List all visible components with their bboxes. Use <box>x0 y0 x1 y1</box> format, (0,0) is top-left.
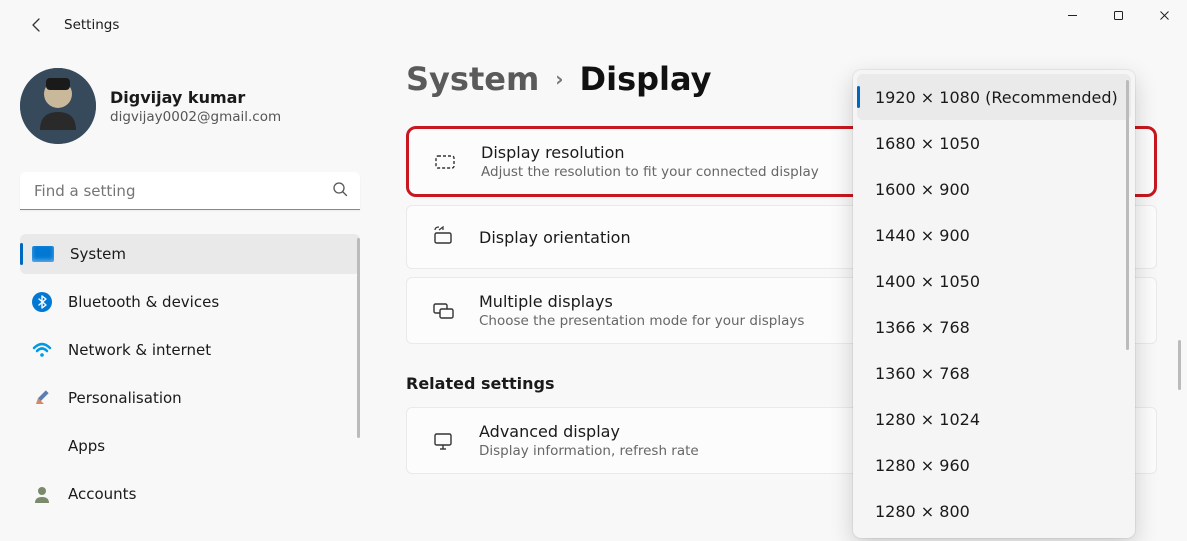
sidebar-item-label: Network & internet <box>68 341 211 359</box>
sidebar-item-label: Apps <box>68 437 105 455</box>
search-wrapper <box>20 172 360 210</box>
user-name: Digvijay kumar <box>110 88 281 107</box>
resolution-option[interactable]: 1280 × 800 <box>857 488 1131 534</box>
chevron-right-icon: › <box>555 67 563 91</box>
dropdown-scrollbar[interactable] <box>1126 80 1129 350</box>
sidebar-item-label: Accounts <box>68 485 136 503</box>
setting-title: Display resolution <box>481 143 819 162</box>
multiple-displays-icon <box>431 299 455 323</box>
user-profile[interactable]: Digvijay kumar digvijay0002@gmail.com <box>20 68 360 144</box>
back-button[interactable] <box>14 2 60 48</box>
resolution-option[interactable]: 1600 × 900 <box>857 166 1131 212</box>
resolution-option[interactable]: 1400 × 1050 <box>857 258 1131 304</box>
sidebar-nav: System Bluetooth & devices Network & int… <box>20 234 360 515</box>
setting-title: Multiple displays <box>479 292 804 311</box>
system-icon <box>32 246 54 262</box>
setting-title: Advanced display <box>479 422 699 441</box>
sidebar-item-system[interactable]: System <box>20 234 360 274</box>
search-icon <box>332 181 348 201</box>
sidebar-item-apps[interactable]: Apps <box>20 426 360 466</box>
sidebar-item-accounts[interactable]: Accounts <box>20 474 360 514</box>
paintbrush-icon <box>32 388 52 408</box>
apps-icon <box>32 436 52 456</box>
person-icon <box>32 484 52 504</box>
setting-subtitle: Choose the presentation mode for your di… <box>479 313 804 329</box>
sidebar-item-label: Bluetooth & devices <box>68 293 219 311</box>
title-bar: Settings <box>0 0 1187 50</box>
profile-info: Digvijay kumar digvijay0002@gmail.com <box>110 88 281 125</box>
resolution-dropdown[interactable]: 1920 × 1080 (Recommended) 1680 × 1050 16… <box>853 70 1135 538</box>
sidebar-item-personalisation[interactable]: Personalisation <box>20 378 360 418</box>
resolution-option[interactable]: 1680 × 1050 <box>857 120 1131 166</box>
sidebar-item-label: System <box>70 245 126 263</box>
resolution-option[interactable]: 1280 × 960 <box>857 442 1131 488</box>
setting-subtitle: Adjust the resolution to fit your connec… <box>481 164 819 180</box>
resolution-icon <box>433 150 457 174</box>
sidebar-item-bluetooth[interactable]: Bluetooth & devices <box>20 282 360 322</box>
wifi-icon <box>32 340 52 360</box>
orientation-icon <box>431 225 455 249</box>
user-email: digvijay0002@gmail.com <box>110 109 281 125</box>
sidebar-item-network[interactable]: Network & internet <box>20 330 360 370</box>
sidebar-item-label: Personalisation <box>68 389 182 407</box>
window-controls <box>1049 0 1187 30</box>
minimize-button[interactable] <box>1049 0 1095 30</box>
resolution-option[interactable]: 1280 × 1024 <box>857 396 1131 442</box>
bluetooth-icon <box>32 292 52 312</box>
setting-subtitle: Display information, refresh rate <box>479 443 699 459</box>
resolution-option[interactable]: 1440 × 900 <box>857 212 1131 258</box>
sidebar-scrollbar[interactable] <box>357 238 360 438</box>
search-input[interactable] <box>20 172 360 210</box>
sidebar: Digvijay kumar digvijay0002@gmail.com Sy… <box>0 60 360 541</box>
content-scrollbar[interactable] <box>1178 340 1181 390</box>
app-title: Settings <box>64 17 119 33</box>
resolution-option[interactable]: 1366 × 768 <box>857 304 1131 350</box>
avatar <box>20 68 96 144</box>
resolution-option[interactable]: 1360 × 768 <box>857 350 1131 396</box>
maximize-button[interactable] <box>1095 0 1141 30</box>
setting-title: Display orientation <box>479 228 631 247</box>
breadcrumb-current: Display <box>580 60 712 98</box>
resolution-option[interactable]: 1920 × 1080 (Recommended) <box>857 74 1131 120</box>
monitor-icon <box>431 429 455 453</box>
breadcrumb-parent[interactable]: System <box>406 60 539 98</box>
close-button[interactable] <box>1141 0 1187 30</box>
